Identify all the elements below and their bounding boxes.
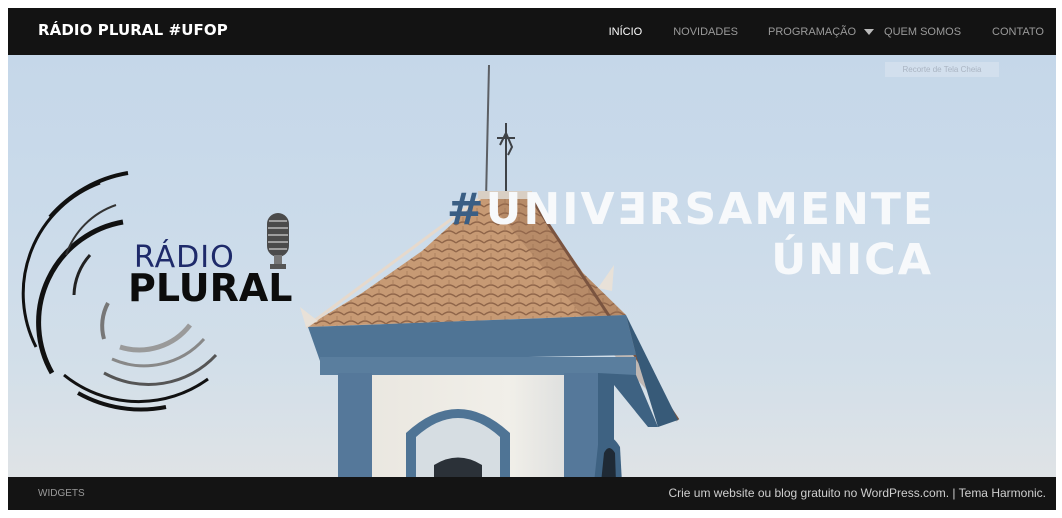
- wordpress-credit-link[interactable]: Crie um website ou blog gratuito no Word…: [668, 486, 949, 500]
- tagline-line-1: #UNIVƎRSAMENTE: [447, 188, 935, 232]
- logo-text-plural: PLURAL: [128, 266, 293, 310]
- bell-tower: [308, 315, 678, 477]
- page-frame: RÁDIO PLURAL #UFOP INÍCIO NOVIDADES PROG…: [8, 8, 1056, 510]
- microphone-icon: [267, 213, 289, 269]
- nav-item-novidades[interactable]: NOVIDADES: [673, 26, 738, 38]
- hero-banner: Recorte de Tela Cheia #UNIVƎRSAMENTE ÚNI…: [8, 55, 1056, 477]
- nav-item-contato[interactable]: CONTATO: [992, 26, 1044, 38]
- antenna-pole: [485, 64, 490, 201]
- tagline-hash: #: [446, 184, 486, 235]
- nav-item-programacao-label: PROGRAMAÇÃO: [768, 25, 857, 38]
- footer-credits: Crie um website ou blog gratuito no Word…: [668, 486, 1046, 500]
- theme-credit-link[interactable]: Tema Harmonic.: [959, 486, 1046, 500]
- chevron-down-icon[interactable]: [864, 28, 875, 35]
- site-title[interactable]: RÁDIO PLURAL #UFOP: [38, 21, 228, 39]
- site-footer: WIDGETS Crie um website ou blog gratuito…: [8, 477, 1056, 510]
- widgets-link[interactable]: WIDGETS: [38, 488, 85, 499]
- nav-item-programacao[interactable]: PROGRAMAÇÃO: [768, 25, 875, 38]
- tagline-line-2: ÚNICA: [771, 235, 933, 285]
- fullscreen-snip-tooltip: Recorte de Tela Cheia: [885, 62, 999, 77]
- top-bar: RÁDIO PLURAL #UFOP INÍCIO NOVIDADES PROG…: [8, 8, 1056, 55]
- main-nav: INÍCIO NOVIDADES PROGRAMAÇÃO QUEM SOMOS …: [578, 8, 1044, 55]
- nav-item-inicio[interactable]: INÍCIO: [609, 26, 643, 38]
- credit-separator: |: [952, 486, 956, 500]
- nav-item-quem-somos[interactable]: QUEM SOMOS: [884, 26, 961, 38]
- tagline-word: UNIVƎRSAMENTE: [485, 184, 935, 235]
